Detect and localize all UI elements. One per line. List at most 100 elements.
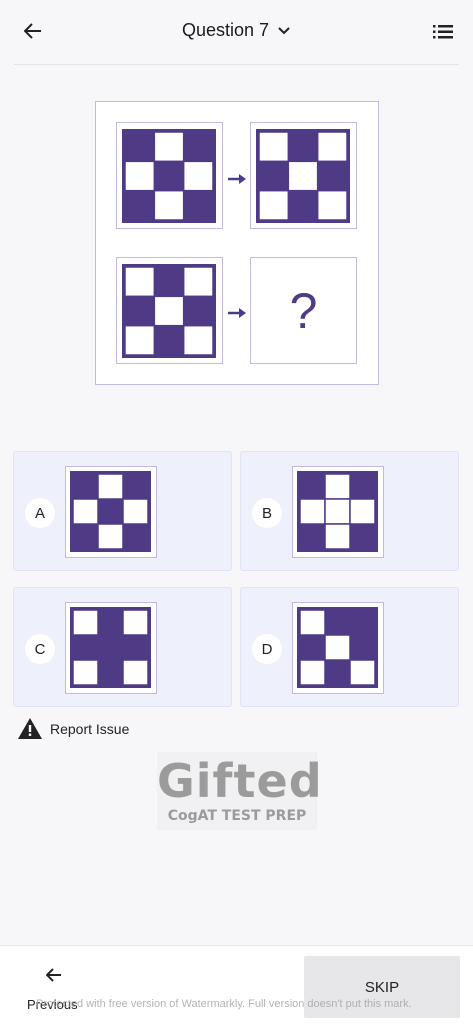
grid-square-filled: [98, 610, 123, 635]
watermark-text: Protected with free version of Watermark…: [36, 998, 412, 1010]
grid-square-empty: [72, 659, 99, 686]
option-b[interactable]: B: [240, 451, 459, 571]
grid-square-empty: [299, 498, 326, 525]
arrow-right-icon: [228, 308, 246, 318]
grid-square-filled: [350, 524, 375, 549]
grid-square-empty: [324, 523, 351, 550]
checker-grid-image: [70, 471, 151, 552]
grid-square-filled: [154, 325, 184, 355]
grid-square-filled: [123, 524, 148, 549]
grid-square-empty: [316, 189, 348, 221]
report-issue-link[interactable]: Report Issue: [18, 718, 129, 739]
grid-square-filled: [73, 474, 98, 499]
grid-square-filled: [123, 635, 148, 660]
grid-square-filled: [123, 474, 148, 499]
question-mark: ?: [289, 282, 318, 339]
grid-square-empty: [72, 609, 99, 636]
grid-square-empty: [258, 189, 290, 221]
app-header: Question 7: [0, 0, 473, 64]
grid-square-filled: [350, 635, 375, 660]
grid-square-empty: [182, 266, 214, 298]
grid-square-empty: [72, 498, 99, 525]
grid-square-empty: [124, 324, 156, 356]
grid-square-filled: [300, 524, 325, 549]
grid-square-empty: [316, 131, 348, 163]
grid-square-empty: [324, 498, 351, 525]
grid-square-filled: [73, 635, 98, 660]
grid-square-filled: [350, 474, 375, 499]
puzzle-cell-top-right: [250, 122, 357, 229]
option-label: D: [252, 634, 282, 664]
puzzle-cell-bottom-left: [116, 257, 223, 364]
grid-square-empty: [97, 473, 124, 500]
grid-square-empty: [97, 523, 124, 550]
grid-square-empty: [324, 634, 351, 661]
logo-wordmark: Gifted: [157, 754, 323, 808]
grid-square-filled: [317, 161, 347, 191]
grid-square-empty: [349, 498, 376, 525]
puzzle-cell-answer: ?: [250, 257, 357, 364]
grid-square-filled: [288, 190, 318, 220]
grid-square-empty: [153, 295, 185, 327]
grid-square-empty: [324, 473, 351, 500]
grid-square-filled: [325, 610, 350, 635]
grid-square-empty: [349, 659, 376, 686]
option-image: [292, 602, 384, 694]
page-title: Question 7: [181, 20, 270, 40]
grid-square-empty: [122, 498, 149, 525]
grid-square-empty: [122, 659, 149, 686]
puzzle-cell-top-left: [116, 122, 223, 229]
grid-square-filled: [350, 610, 375, 635]
option-image: [65, 602, 157, 694]
grid-square-filled: [98, 635, 123, 660]
arrow-right-icon: [228, 174, 246, 184]
grid-square-empty: [258, 131, 290, 163]
checker-grid-image: [297, 471, 378, 552]
grid-square-filled: [73, 524, 98, 549]
grid-square-filled: [125, 132, 155, 162]
grid-square-filled: [98, 660, 123, 685]
grid-square-empty: [124, 160, 156, 192]
grid-square-empty: [124, 266, 156, 298]
header-divider: [14, 64, 459, 65]
question-selector[interactable]: Question 7: [0, 20, 473, 41]
grid-square-filled: [300, 635, 325, 660]
grid-square-filled: [300, 474, 325, 499]
grid-square-filled: [125, 296, 155, 326]
option-c[interactable]: C: [13, 587, 232, 707]
grid-square-empty: [299, 659, 326, 686]
warning-icon: [18, 718, 42, 739]
grid-square-filled: [125, 190, 155, 220]
checker-grid-image: [122, 264, 216, 358]
question-list-button[interactable]: [431, 20, 455, 44]
grid-square-filled: [183, 190, 213, 220]
option-label: C: [25, 634, 55, 664]
grid-square-filled: [183, 296, 213, 326]
checker-grid-image: [70, 607, 151, 688]
grid-square-filled: [98, 499, 123, 524]
grid-square-empty: [153, 189, 185, 221]
grid-square-empty: [182, 160, 214, 192]
grid-square-filled: [154, 161, 184, 191]
checker-grid-image: [256, 129, 350, 223]
previous-button[interactable]: [43, 964, 65, 986]
grid-square-empty: [299, 609, 326, 636]
grid-square-empty: [153, 131, 185, 163]
option-image: [65, 466, 157, 558]
grid-square-filled: [183, 132, 213, 162]
logo-subtitle: CogAT TEST PREP: [167, 808, 307, 824]
puzzle-panel: ?: [95, 101, 379, 385]
bottom-bar: Previous SKIP Protected with free versio…: [0, 945, 473, 1024]
grid-square-filled: [288, 132, 318, 162]
arrow-left-icon: [46, 968, 61, 982]
option-a[interactable]: A: [13, 451, 232, 571]
option-label: A: [25, 498, 55, 528]
brand-logo: Gifted CogAT TEST PREP: [157, 752, 323, 830]
list-icon: [433, 25, 453, 39]
chevron-down-icon: [277, 24, 291, 38]
grid-square-filled: [154, 267, 184, 297]
grid-square-filled: [325, 660, 350, 685]
option-label: B: [252, 498, 282, 528]
option-image: [292, 466, 384, 558]
option-d[interactable]: D: [240, 587, 459, 707]
